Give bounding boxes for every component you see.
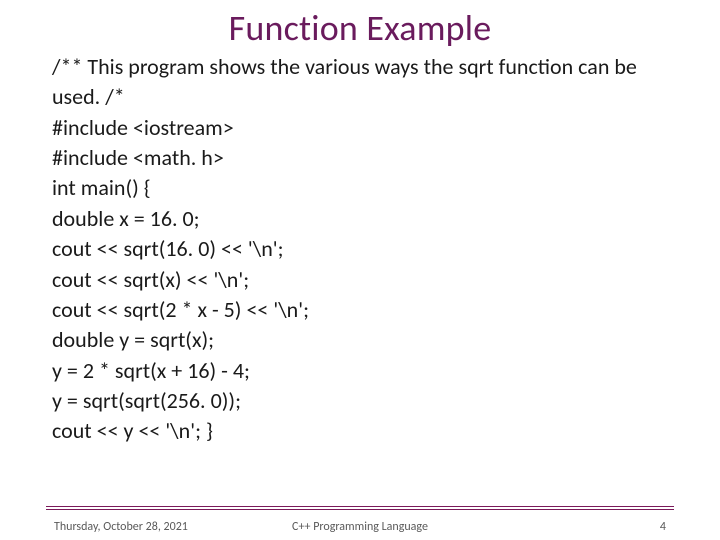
footer-page: 4 bbox=[660, 520, 666, 534]
code-line: int main() { bbox=[52, 173, 672, 203]
code-line: double y = sqrt(x); bbox=[52, 325, 672, 355]
code-line: y = sqrt(sqrt(256. 0)); bbox=[52, 386, 672, 416]
footer-divider bbox=[46, 506, 674, 508]
code-line: y = 2 * sqrt(x + 16) - 4; bbox=[52, 356, 672, 386]
footer-course: C++ Programming Language bbox=[292, 520, 428, 534]
code-line: #include <iostream> bbox=[52, 113, 672, 143]
code-line: /** This program shows the various ways … bbox=[52, 52, 672, 113]
slide: Function Example /** This program shows … bbox=[0, 6, 720, 540]
code-line: cout << sqrt(16. 0) << '\n'; bbox=[52, 234, 672, 264]
code-line: cout << sqrt(x) << '\n'; bbox=[52, 265, 672, 295]
code-line: #include <math. h> bbox=[52, 143, 672, 173]
code-line: cout << y << '\n'; } bbox=[52, 416, 672, 446]
code-line: double x = 16. 0; bbox=[52, 204, 672, 234]
code-line: cout << sqrt(2 * x - 5) << '\n'; bbox=[52, 295, 672, 325]
code-block: /** This program shows the various ways … bbox=[52, 52, 672, 447]
slide-title: Function Example bbox=[0, 6, 720, 50]
footer: Thursday, October 28, 2021 C++ Programmi… bbox=[0, 512, 720, 534]
footer-date: Thursday, October 28, 2021 bbox=[54, 520, 188, 534]
